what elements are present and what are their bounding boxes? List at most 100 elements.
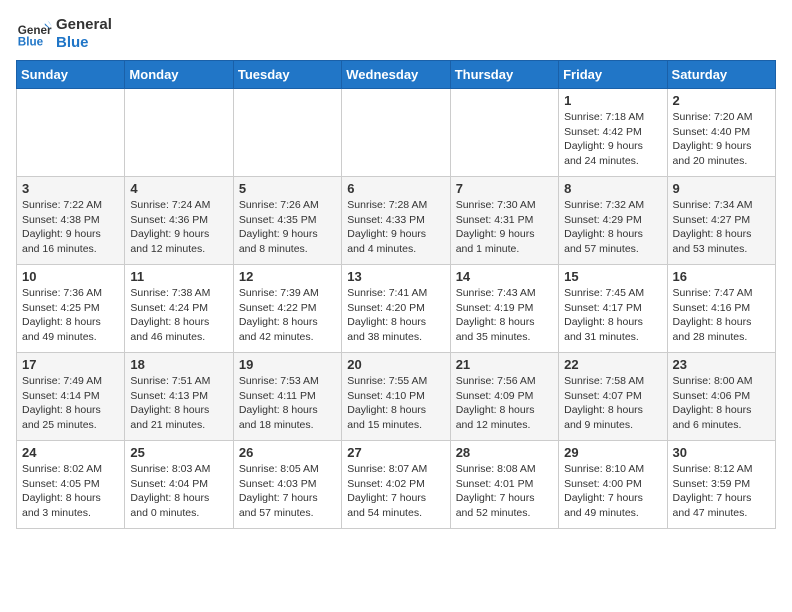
logo-blue: Blue xyxy=(56,34,112,52)
day-info: Sunrise: 7:28 AM Sunset: 4:33 PM Dayligh… xyxy=(347,198,444,257)
day-number: 4 xyxy=(130,181,227,196)
svg-text:Blue: Blue xyxy=(18,36,44,49)
day-number: 21 xyxy=(456,357,553,372)
calendar-cell: 26 Sunrise: 8:05 AM Sunset: 4:03 PM Dayli… xyxy=(233,441,341,529)
calendar-cell: 1 Sunrise: 7:18 AM Sunset: 4:42 PM Daylig… xyxy=(559,89,667,177)
day-header-saturday: Saturday xyxy=(667,61,775,89)
calendar-week-1: 1 Sunrise: 7:18 AM Sunset: 4:42 PM Daylig… xyxy=(17,89,776,177)
logo-icon: General Blue xyxy=(16,16,52,52)
day-info: Sunrise: 8:02 AM Sunset: 4:05 PM Dayligh… xyxy=(22,462,119,521)
day-number: 30 xyxy=(673,445,770,460)
day-info: Sunrise: 8:08 AM Sunset: 4:01 PM Dayligh… xyxy=(456,462,553,521)
calendar-cell: 29Sunrise: 8:10 AM Sunset: 4:00 PM Dayli… xyxy=(559,441,667,529)
calendar-cell: 18 Sunrise: 7:51 AM Sunset: 4:13 PM Dayli… xyxy=(125,353,233,441)
day-number: 12 xyxy=(239,269,336,284)
day-number: 20 xyxy=(347,357,444,372)
day-info: Sunrise: 7:24 AM Sunset: 4:36 PM Dayligh… xyxy=(130,198,227,257)
calendar-week-5: 24 Sunrise: 8:02 AM Sunset: 4:05 PM Dayli… xyxy=(17,441,776,529)
day-header-friday: Friday xyxy=(559,61,667,89)
day-number: 11 xyxy=(130,269,227,284)
day-info: Sunrise: 8:12 AM Sunset: 3:59 PM Dayligh… xyxy=(673,462,770,521)
day-number: 24 xyxy=(22,445,119,460)
day-header-tuesday: Tuesday xyxy=(233,61,341,89)
day-number: 28 xyxy=(456,445,553,460)
logo-general: General xyxy=(56,16,112,34)
day-number: 10 xyxy=(22,269,119,284)
day-number: 14 xyxy=(456,269,553,284)
calendar-cell: 10Sunrise: 7:36 AM Sunset: 4:25 PM Dayli… xyxy=(17,265,125,353)
day-number: 7 xyxy=(456,181,553,196)
calendar-cell: 11 Sunrise: 7:38 AM Sunset: 4:24 PM Dayli… xyxy=(125,265,233,353)
day-number: 17 xyxy=(22,357,119,372)
day-number: 3 xyxy=(22,181,119,196)
day-info: Sunrise: 8:03 AM Sunset: 4:04 PM Dayligh… xyxy=(130,462,227,521)
day-number: 22 xyxy=(564,357,661,372)
day-number: 25 xyxy=(130,445,227,460)
logo: General Blue General Blue xyxy=(16,16,112,52)
calendar-cell: 6 Sunrise: 7:28 AM Sunset: 4:33 PM Daylig… xyxy=(342,177,450,265)
calendar-cell: 8Sunrise: 7:32 AM Sunset: 4:29 PM Daylig… xyxy=(559,177,667,265)
day-info: Sunrise: 7:49 AM Sunset: 4:14 PM Dayligh… xyxy=(22,374,119,433)
calendar-cell: 14 Sunrise: 7:43 AM Sunset: 4:19 PM Dayli… xyxy=(450,265,558,353)
calendar-cell: 16 Sunrise: 7:47 AM Sunset: 4:16 PM Dayli… xyxy=(667,265,775,353)
calendar-header-row: SundayMondayTuesdayWednesdayThursdayFrid… xyxy=(17,61,776,89)
calendar-cell: 21 Sunrise: 7:56 AM Sunset: 4:09 PM Dayli… xyxy=(450,353,558,441)
day-header-thursday: Thursday xyxy=(450,61,558,89)
day-info: Sunrise: 7:58 AM Sunset: 4:07 PM Dayligh… xyxy=(564,374,661,433)
calendar-cell xyxy=(450,89,558,177)
day-number: 23 xyxy=(673,357,770,372)
day-number: 18 xyxy=(130,357,227,372)
calendar-cell: 27 Sunrise: 8:07 AM Sunset: 4:02 PM Dayli… xyxy=(342,441,450,529)
day-info: Sunrise: 7:38 AM Sunset: 4:24 PM Dayligh… xyxy=(130,286,227,345)
day-info: Sunrise: 7:43 AM Sunset: 4:19 PM Dayligh… xyxy=(456,286,553,345)
calendar-cell xyxy=(342,89,450,177)
day-info: Sunrise: 7:53 AM Sunset: 4:11 PM Dayligh… xyxy=(239,374,336,433)
calendar-cell: 7 Sunrise: 7:30 AM Sunset: 4:31 PM Daylig… xyxy=(450,177,558,265)
calendar-week-4: 17 Sunrise: 7:49 AM Sunset: 4:14 PM Dayli… xyxy=(17,353,776,441)
calendar-cell: 19Sunrise: 7:53 AM Sunset: 4:11 PM Dayli… xyxy=(233,353,341,441)
day-info: Sunrise: 7:41 AM Sunset: 4:20 PM Dayligh… xyxy=(347,286,444,345)
day-number: 15 xyxy=(564,269,661,284)
day-number: 16 xyxy=(673,269,770,284)
calendar-cell: 25 Sunrise: 8:03 AM Sunset: 4:04 PM Dayli… xyxy=(125,441,233,529)
calendar-cell xyxy=(233,89,341,177)
day-info: Sunrise: 7:30 AM Sunset: 4:31 PM Dayligh… xyxy=(456,198,553,257)
day-info: Sunrise: 8:00 AM Sunset: 4:06 PM Dayligh… xyxy=(673,374,770,433)
calendar-week-3: 10Sunrise: 7:36 AM Sunset: 4:25 PM Dayli… xyxy=(17,265,776,353)
day-info: Sunrise: 8:07 AM Sunset: 4:02 PM Dayligh… xyxy=(347,462,444,521)
calendar-cell: 28 Sunrise: 8:08 AM Sunset: 4:01 PM Dayli… xyxy=(450,441,558,529)
calendar-cell: 4 Sunrise: 7:24 AM Sunset: 4:36 PM Daylig… xyxy=(125,177,233,265)
day-header-wednesday: Wednesday xyxy=(342,61,450,89)
calendar-cell: 12Sunrise: 7:39 AM Sunset: 4:22 PM Dayli… xyxy=(233,265,341,353)
page-header: General Blue General Blue xyxy=(16,16,776,52)
day-info: Sunrise: 7:20 AM Sunset: 4:40 PM Dayligh… xyxy=(673,110,770,169)
day-number: 29 xyxy=(564,445,661,460)
day-number: 9 xyxy=(673,181,770,196)
calendar-cell: 2 Sunrise: 7:20 AM Sunset: 4:40 PM Daylig… xyxy=(667,89,775,177)
calendar: SundayMondayTuesdayWednesdayThursdayFrid… xyxy=(16,60,776,529)
day-info: Sunrise: 7:34 AM Sunset: 4:27 PM Dayligh… xyxy=(673,198,770,257)
day-info: Sunrise: 8:05 AM Sunset: 4:03 PM Dayligh… xyxy=(239,462,336,521)
day-info: Sunrise: 7:56 AM Sunset: 4:09 PM Dayligh… xyxy=(456,374,553,433)
calendar-cell: 17 Sunrise: 7:49 AM Sunset: 4:14 PM Dayli… xyxy=(17,353,125,441)
day-info: Sunrise: 7:51 AM Sunset: 4:13 PM Dayligh… xyxy=(130,374,227,433)
calendar-cell xyxy=(17,89,125,177)
calendar-cell: 13Sunrise: 7:41 AM Sunset: 4:20 PM Dayli… xyxy=(342,265,450,353)
day-number: 26 xyxy=(239,445,336,460)
day-info: Sunrise: 7:18 AM Sunset: 4:42 PM Dayligh… xyxy=(564,110,661,169)
day-info: Sunrise: 7:45 AM Sunset: 4:17 PM Dayligh… xyxy=(564,286,661,345)
calendar-cell: 22 Sunrise: 7:58 AM Sunset: 4:07 PM Dayli… xyxy=(559,353,667,441)
day-info: Sunrise: 7:47 AM Sunset: 4:16 PM Dayligh… xyxy=(673,286,770,345)
day-info: Sunrise: 7:22 AM Sunset: 4:38 PM Dayligh… xyxy=(22,198,119,257)
day-info: Sunrise: 7:55 AM Sunset: 4:10 PM Dayligh… xyxy=(347,374,444,433)
day-info: Sunrise: 7:26 AM Sunset: 4:35 PM Dayligh… xyxy=(239,198,336,257)
day-number: 27 xyxy=(347,445,444,460)
day-header-sunday: Sunday xyxy=(17,61,125,89)
day-info: Sunrise: 7:32 AM Sunset: 4:29 PM Dayligh… xyxy=(564,198,661,257)
calendar-cell: 15 Sunrise: 7:45 AM Sunset: 4:17 PM Dayli… xyxy=(559,265,667,353)
calendar-cell: 20 Sunrise: 7:55 AM Sunset: 4:10 PM Dayli… xyxy=(342,353,450,441)
day-number: 6 xyxy=(347,181,444,196)
day-number: 1 xyxy=(564,93,661,108)
day-header-monday: Monday xyxy=(125,61,233,89)
day-number: 2 xyxy=(673,93,770,108)
